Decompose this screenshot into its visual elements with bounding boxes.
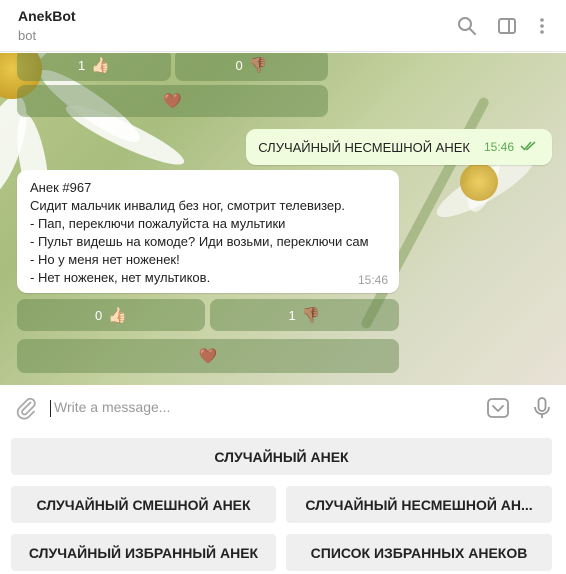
random-favorite-anek-button[interactable]: СЛУЧАЙНЫЙ ИЗБРАННЫЙ АНЕК	[11, 534, 276, 571]
outgoing-message[interactable]: СЛУЧАЙНЫЙ НЕСМЕШНОЙ АНЕК 15:46	[246, 129, 552, 165]
dislike-count: 0	[235, 57, 243, 73]
bot-keyboard-toggle-icon[interactable]	[486, 396, 510, 420]
chat-header: AnekBot bot	[0, 0, 566, 52]
incoming-message[interactable]: Анек #967 Сидит мальчик инвалид без ног,…	[17, 170, 399, 293]
text-cursor	[50, 400, 51, 417]
read-check-icon	[520, 140, 538, 155]
message-composer: Write a message...	[0, 385, 566, 431]
like-button[interactable]: 1 👍🏻	[17, 53, 171, 81]
message-line: Сидит мальчик инвалид без ног, смотрит т…	[30, 198, 346, 213]
like-button[interactable]: 0 👍🏻	[17, 299, 205, 331]
like-count: 0	[95, 307, 103, 323]
like-count: 1	[78, 57, 86, 73]
microphone-icon[interactable]	[530, 396, 554, 420]
random-unfunny-anek-button[interactable]: СЛУЧАЙНЫЙ НЕСМЕШНОЙ АН...	[286, 486, 552, 523]
thumbs-down-icon: 👎🏽	[248, 57, 268, 74]
more-vertical-icon[interactable]	[530, 14, 554, 38]
thumbs-up-icon: 👍🏻	[108, 307, 127, 324]
brown-heart-icon: 🤎	[198, 348, 218, 365]
favorite-button[interactable]: 🤎	[17, 339, 399, 373]
chat-message-area[interactable]: 1 👍🏻 0 👎🏽 🤎 СЛУЧАЙНЫЙ НЕСМЕШНОЙ АНЕК 15:…	[0, 53, 566, 385]
message-line: - Но у меня нет ноженек!	[30, 252, 180, 267]
message-line: - Нет ноженек, нет мультиков.	[30, 270, 211, 285]
thumbs-up-icon: 👍🏻	[91, 57, 110, 74]
random-funny-anek-button[interactable]: СЛУЧАЙНЫЙ СМЕШНОЙ АНЕК	[11, 486, 276, 523]
incoming-message-time: 15:46	[357, 273, 388, 287]
message-line: Анек #967	[30, 180, 92, 195]
paperclip-icon[interactable]	[14, 396, 38, 420]
dislike-button[interactable]: 0 👎🏽	[175, 53, 328, 81]
outgoing-message-text: СЛУЧАЙНЫЙ НЕСМЕШНОЙ АНЕК	[258, 139, 470, 155]
chat-subtitle: bot	[18, 28, 37, 43]
sidebar-panel-icon[interactable]	[495, 14, 519, 38]
favorites-list-button[interactable]: СПИСОК ИЗБРАННЫХ АНЕКОВ	[286, 534, 552, 571]
random-anek-button[interactable]: СЛУЧАЙНЫЙ АНЕК	[11, 438, 552, 475]
thumbs-down-icon: 👎🏽	[301, 307, 321, 324]
chat-title[interactable]: AnekBot	[18, 8, 76, 24]
search-icon[interactable]	[455, 14, 479, 38]
message-line: - Пульт видешь на комоде? Иди возьми, пе…	[30, 234, 369, 249]
telegram-chat-window: AnekBot bot 1 👍🏻 0 👎🏽 🤎 СЛУЧАЙНЫЙ НЕСМЕШ…	[0, 0, 566, 574]
brown-heart-icon: 🤎	[163, 93, 182, 110]
dislike-count: 1	[288, 307, 296, 323]
message-line: - Пап, переключи пожалуйста на мультики	[30, 216, 286, 231]
dislike-button[interactable]: 1 👎🏽	[210, 299, 399, 331]
message-input[interactable]: Write a message...	[54, 399, 170, 415]
favorite-button[interactable]: 🤎	[17, 85, 328, 117]
outgoing-message-time: 15:46	[483, 140, 514, 154]
